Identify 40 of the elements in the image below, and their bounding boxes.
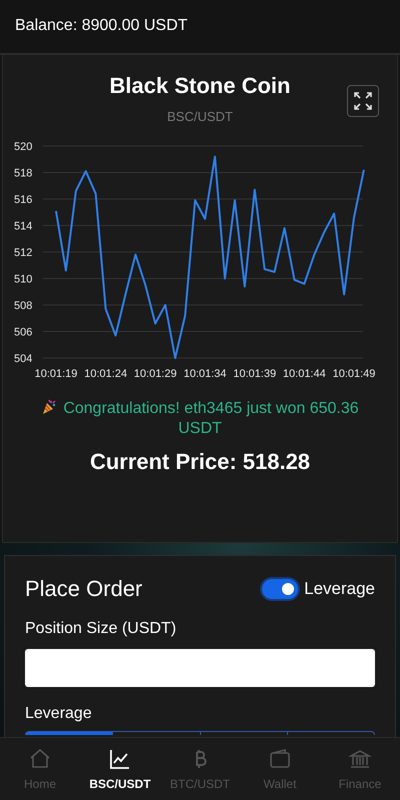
win-notice: Congratulations! eth3465 just won 650.36 USDT bbox=[27, 399, 373, 439]
y-tick-label: 514 bbox=[14, 220, 32, 232]
home-icon bbox=[28, 747, 52, 771]
y-tick-label: 518 bbox=[14, 168, 32, 180]
x-tick-label: 10:01:29 bbox=[134, 368, 177, 380]
y-tick-label: 506 bbox=[14, 326, 32, 338]
x-tick-label: 10:01:24 bbox=[84, 368, 128, 380]
leverage-option[interactable] bbox=[26, 732, 112, 735]
fullscreen-button[interactable] bbox=[347, 85, 379, 117]
nav-tab[interactable]: BSC/USDT bbox=[80, 738, 160, 800]
y-tick-label: 520 bbox=[14, 141, 32, 153]
x-tick-label: 10:01:34 bbox=[184, 368, 226, 380]
pair-label: BSC/USDT bbox=[167, 109, 233, 124]
y-tick-label: 510 bbox=[14, 274, 32, 286]
balance-text: Balance: 8900.00 USDT bbox=[15, 17, 188, 34]
field-label: Position Size (USDT) bbox=[25, 620, 178, 638]
leverage-switch[interactable] bbox=[262, 579, 298, 599]
nav-tab[interactable]: BTC/USDT bbox=[160, 738, 240, 800]
wallet-icon bbox=[268, 747, 292, 771]
leverage-label: Leverage bbox=[25, 705, 93, 723]
y-tick-label: 516 bbox=[14, 194, 32, 206]
coin-title: Black Stone Coin bbox=[110, 73, 290, 99]
position-size-field[interactable] bbox=[25, 649, 375, 687]
chart-icon bbox=[108, 747, 132, 771]
fullscreen-icon bbox=[354, 92, 372, 110]
nav-tab[interactable]: Finance bbox=[320, 738, 400, 800]
y-tick-label: 508 bbox=[14, 300, 32, 312]
bank-icon bbox=[348, 747, 372, 771]
y-tick-label: 504 bbox=[14, 353, 32, 365]
x-tick-label: 10:01:49 bbox=[332, 368, 376, 380]
switch-label: Leverage bbox=[304, 579, 375, 599]
y-tick-label: 512 bbox=[14, 247, 32, 259]
nav-tab[interactable]: Home bbox=[0, 738, 80, 800]
current-price: Current Price: 518.28 bbox=[88, 449, 312, 475]
x-tick-label: 10:01:39 bbox=[233, 368, 276, 380]
party-popper-icon bbox=[41, 399, 58, 415]
nav-tab[interactable]: Wallet bbox=[240, 738, 320, 800]
order-title: Place Order bbox=[25, 576, 142, 602]
x-tick-label: 10:01:44 bbox=[282, 368, 326, 380]
x-tick-label: 10:01:19 bbox=[34, 368, 78, 380]
